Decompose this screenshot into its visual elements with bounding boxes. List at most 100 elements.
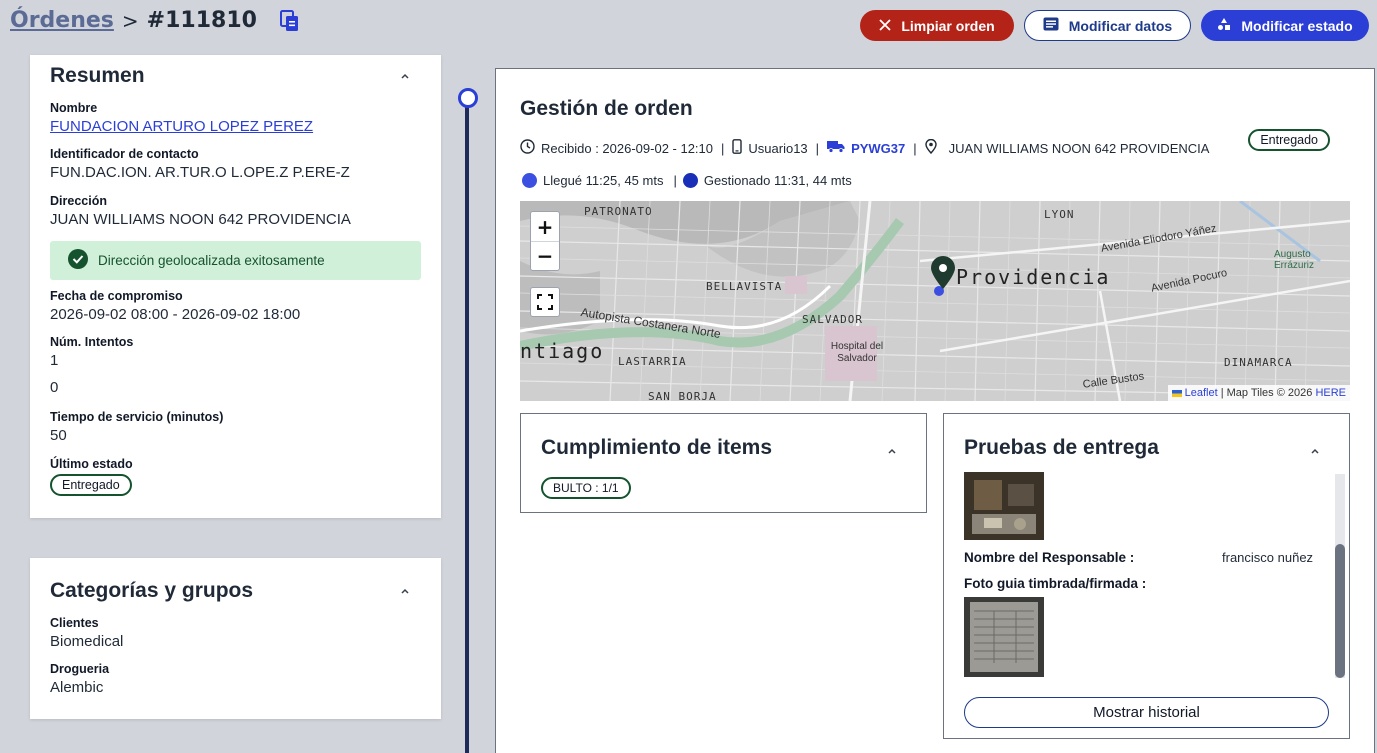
here-link[interactable]: HERE	[1315, 387, 1346, 399]
edit-status-label: Modificar estado	[1241, 17, 1353, 34]
order-status-badge: Entregado	[1248, 129, 1330, 151]
service-time-label: Tiempo de servicio (minutos)	[50, 410, 224, 424]
document-icon	[1043, 17, 1059, 34]
fullscreen-icon[interactable]	[530, 287, 560, 317]
commit-date-label: Fecha de compromiso	[50, 289, 183, 303]
map-label-santiago: ntiago	[520, 339, 605, 363]
extra-value: 0	[50, 379, 59, 396]
map-label-augusto: Augusto Errázuriz	[1274, 249, 1315, 271]
pharmacy-value: Alembic	[50, 679, 104, 696]
separator: |	[913, 140, 917, 156]
map-label-dinamarca: DINAMARCA	[1224, 356, 1293, 369]
map-label-patronato: PATRONATO	[584, 205, 653, 218]
summary-title: Resumen	[50, 64, 145, 87]
service-time-value: 50	[50, 427, 67, 444]
location-pin-icon	[924, 138, 937, 157]
separator: |	[721, 140, 725, 156]
show-history-button[interactable]: Mostrar historial	[964, 697, 1329, 728]
pharmacy-label: Drogueria	[50, 662, 110, 676]
chevron-up-icon[interactable]	[400, 69, 410, 84]
phone-icon	[732, 139, 743, 157]
breadcrumb-separator: >	[121, 8, 139, 33]
vehicle-plate-link[interactable]: PYWG37	[851, 141, 905, 156]
contact-id-label: Identificador de contacto	[50, 147, 199, 161]
categories-card: Categorías y grupos Clientes Biomedical …	[30, 558, 441, 719]
clear-order-label: Limpiar orden	[901, 17, 995, 34]
last-status-badge: Entregado	[50, 474, 132, 496]
map-label-lyon: LYON	[1044, 208, 1075, 221]
order-management-title: Gestión de orden	[520, 97, 693, 120]
contact-id-value: FUN.DAC.ION. AR.TUR.O L.OPE.Z P.ERE-Z	[50, 164, 350, 181]
order-number: #111810	[146, 8, 257, 33]
clients-label: Clientes	[50, 616, 99, 630]
name-label: Nombre	[50, 101, 98, 115]
edit-data-button[interactable]: Modificar datos	[1024, 10, 1191, 41]
map-label-lastarria: LASTARRIA	[618, 355, 687, 368]
zoom-in-button[interactable]: +	[531, 212, 559, 241]
user-text: Usuario13	[748, 140, 808, 156]
map-attribution: Leaflet | Map Tiles © 2026 HERE	[1167, 385, 1350, 401]
address-label: Dirección	[50, 194, 107, 208]
edit-status-button[interactable]: Modificar estado	[1201, 10, 1369, 41]
signed-photo-label: Foto guia timbrada/firmada :	[964, 576, 1147, 591]
responsible-label: Nombre del Responsable :	[964, 550, 1135, 565]
map-tiles	[520, 201, 1350, 401]
arrived-text: Llegué 11:25, 45 mts	[543, 173, 664, 188]
map-zoom-controls: + −	[530, 211, 560, 271]
proofs-scrollbar[interactable]	[1335, 474, 1345, 678]
shapes-icon	[1217, 17, 1231, 34]
map-tiles-text: | Map Tiles © 2026	[1220, 387, 1313, 399]
geo-success-alert: Dirección geolocalizada exitosamente	[50, 241, 421, 280]
order-events-row: Llegué 11:25, 45 mts | Gestionado 11:31,…	[522, 173, 852, 188]
breadcrumb: Órdenes > #111810	[10, 8, 301, 33]
order-info-row: Recibido : 2026-09-02 - 12:10 | Usuario1…	[520, 138, 1210, 157]
managed-dot	[682, 173, 698, 188]
address-value: JUAN WILLIAMS NOON 642 PROVIDENCIA	[50, 211, 351, 228]
check-circle-icon	[68, 249, 88, 272]
separator: |	[673, 173, 677, 188]
chevron-up-icon[interactable]	[887, 444, 897, 459]
proofs-scrollbar-thumb[interactable]	[1335, 544, 1345, 678]
items-fulfillment-card: Cumplimiento de items BULTO : 1/1	[520, 413, 927, 513]
name-link[interactable]: FUNDACION ARTURO LOPEZ PEREZ	[50, 118, 425, 135]
geo-success-text: Dirección geolocalizada exitosamente	[98, 253, 325, 268]
summary-card: Resumen Nombre FUNDACION ARTURO LOPEZ PE…	[30, 55, 441, 518]
clients-value: Biomedical	[50, 633, 124, 650]
map-label-salvador: SALVADOR	[802, 313, 863, 326]
edit-data-label: Modificar datos	[1068, 17, 1173, 34]
truck-icon	[827, 140, 845, 156]
clock-icon	[520, 139, 535, 157]
map-label-san-borja: SAN BORJA	[648, 390, 717, 401]
attempts-label: Núm. Intentos	[50, 335, 134, 349]
order-address-text: JUAN WILLIAMS NOON 642 PROVIDENCIA	[948, 140, 1210, 156]
managed-text: Gestionado 11:31, 44 mts	[703, 173, 852, 188]
ukraine-flag-icon	[1171, 389, 1182, 397]
commit-date-value: 2026-09-02 08:00 - 2026-09-02 18:00	[50, 306, 301, 323]
leaflet-link[interactable]: Leaflet	[1185, 387, 1218, 399]
map-label-hospital: Hospital del Salvador	[830, 341, 884, 364]
breadcrumb-orders-link[interactable]: Órdenes	[10, 8, 114, 33]
received-text: Recibido : 2026-09-02 - 12:10	[541, 140, 714, 156]
header-actions: Limpiar orden Modificar datos Modificar …	[860, 10, 1369, 41]
zoom-out-button[interactable]: −	[531, 241, 559, 270]
delivery-proofs-title: Pruebas de entrega	[964, 436, 1159, 459]
chevron-up-icon[interactable]	[1310, 444, 1320, 459]
delivery-proofs-card: Pruebas de entrega Nombre del Responsabl…	[943, 413, 1350, 739]
last-status-label: Último estado	[50, 457, 133, 471]
page-header: Órdenes > #111810 Limpiar orden Modifica…	[0, 0, 1377, 50]
delivery-photo[interactable]	[964, 472, 1044, 540]
clear-order-button[interactable]: Limpiar orden	[860, 10, 1014, 41]
timeline-dot	[458, 88, 478, 108]
separator: |	[815, 140, 820, 156]
order-management-panel: Gestión de orden Recibido : 2026-09-02 -…	[495, 68, 1375, 753]
chevron-up-icon[interactable]	[400, 584, 410, 599]
signed-guide-photo[interactable]	[964, 597, 1044, 677]
items-fulfillment-title: Cumplimiento de items	[541, 436, 773, 459]
timeline-line	[465, 98, 469, 753]
item-bulto-badge: BULTO : 1/1	[541, 477, 631, 499]
close-icon	[879, 18, 891, 34]
responsible-value: francisco nuñez	[1222, 550, 1314, 565]
map-label-providencia: Providencia	[956, 265, 1111, 289]
order-map[interactable]: PATRONATO LYON BELLAVISTA Providencia SA…	[520, 201, 1350, 401]
copy-icon[interactable]	[279, 9, 301, 33]
